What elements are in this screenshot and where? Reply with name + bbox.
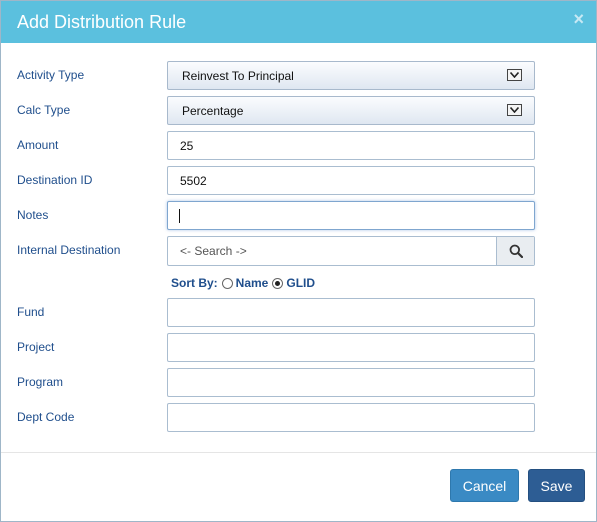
fund-field[interactable] — [167, 298, 535, 327]
program-label: Program — [17, 375, 64, 389]
sort-by-glid-label[interactable]: GLID — [286, 275, 315, 291]
internal-destination-search — [167, 236, 535, 266]
dept-code-label: Dept Code — [17, 410, 75, 424]
calc-type-value: Percentage — [182, 104, 244, 118]
add-distribution-rule-dialog: Add Distribution Rule × Activity Type Re… — [0, 0, 597, 522]
amount-label: Amount — [17, 138, 59, 152]
program-field[interactable] — [167, 368, 535, 397]
search-button[interactable] — [496, 237, 534, 265]
activity-type-select[interactable]: Reinvest To Principal — [167, 61, 535, 90]
save-button[interactable]: Save — [528, 469, 585, 502]
notes-field[interactable] — [167, 201, 535, 230]
search-icon — [509, 244, 523, 258]
sort-by-name-label[interactable]: Name — [236, 275, 269, 291]
calc-type-label: Calc Type — [17, 103, 71, 117]
sort-by-glid-radio[interactable] — [272, 277, 284, 289]
destination-id-label: Destination ID — [17, 173, 93, 187]
footer-divider — [1, 452, 596, 453]
sort-by-group: Sort By: Name GLID — [171, 275, 315, 291]
notes-label: Notes — [17, 208, 49, 222]
destination-id-field[interactable] — [167, 166, 535, 195]
cancel-button[interactable]: Cancel — [450, 469, 519, 502]
fund-label: Fund — [17, 305, 45, 319]
sort-by-name-radio[interactable] — [221, 277, 233, 289]
text-cursor — [179, 209, 180, 223]
dialog-header: Add Distribution Rule × — [1, 1, 596, 43]
project-label: Project — [17, 340, 55, 354]
project-field[interactable] — [167, 333, 535, 362]
amount-field[interactable] — [167, 131, 535, 160]
dept-code-field[interactable] — [167, 403, 535, 432]
chevron-down-icon — [507, 69, 522, 81]
internal-destination-label: Internal Destination — [17, 243, 121, 257]
dialog-title: Add Distribution Rule — [17, 12, 187, 32]
calc-type-select[interactable]: Percentage — [167, 96, 535, 125]
activity-type-label: Activity Type — [17, 68, 85, 82]
close-icon[interactable]: × — [573, 10, 584, 28]
internal-destination-input[interactable] — [168, 237, 496, 265]
activity-type-value: Reinvest To Principal — [182, 69, 294, 83]
sort-by-label: Sort By: — [171, 276, 218, 290]
chevron-down-icon — [507, 104, 522, 116]
